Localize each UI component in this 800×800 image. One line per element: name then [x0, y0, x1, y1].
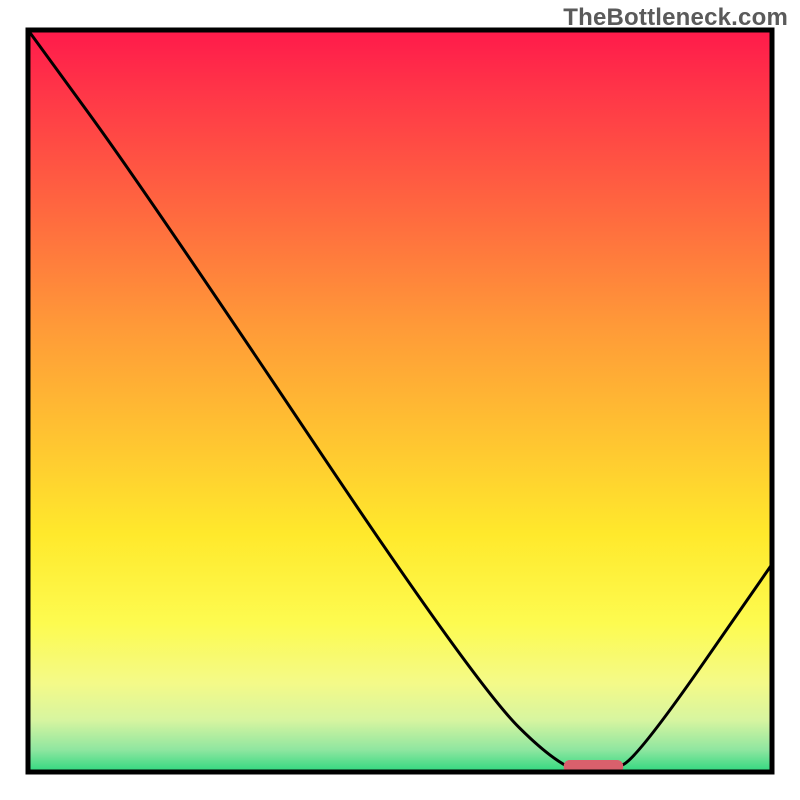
- chart-container: TheBottleneck.com: [0, 0, 800, 800]
- watermark-label: TheBottleneck.com: [563, 4, 788, 32]
- plot-background: [28, 30, 772, 772]
- bottleneck-chart: [0, 0, 800, 800]
